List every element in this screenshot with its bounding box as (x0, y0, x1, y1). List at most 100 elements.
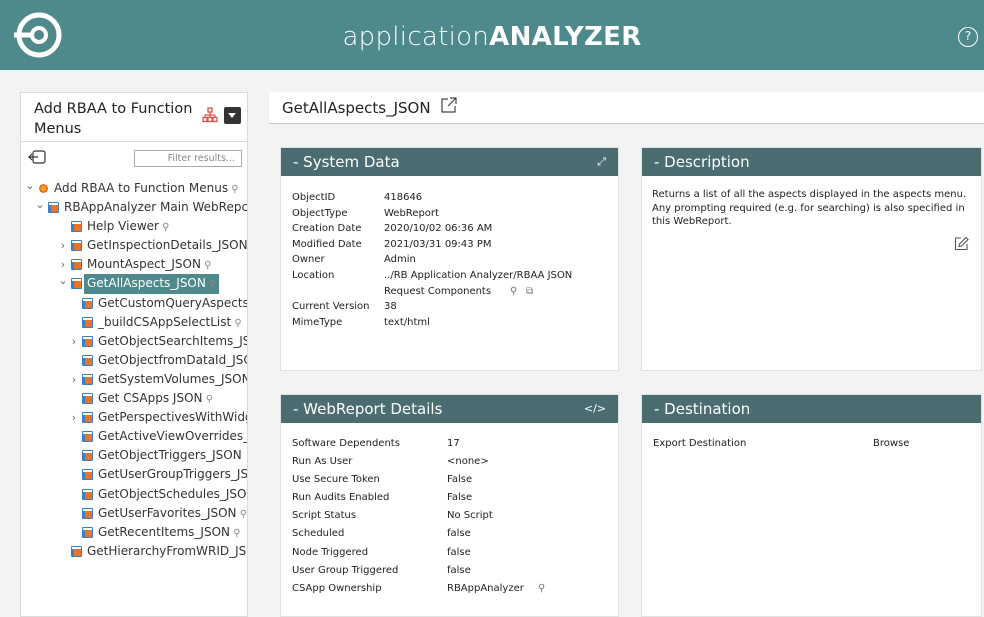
pin-icon[interactable]: ⚲ (159, 222, 169, 233)
chevron-right-icon[interactable]: › (69, 370, 79, 389)
webreport-icon (82, 297, 93, 309)
chevron-down-icon[interactable]: ⌄ (35, 198, 45, 214)
property-row: Location ../RB Application Analyzer/RBAA … (292, 268, 612, 284)
pin-icon[interactable]: ⚲ (228, 184, 238, 195)
code-icon[interactable]: </> (584, 395, 606, 423)
destination-list: Export Destination Browse (653, 436, 973, 452)
pin-icon[interactable]: ⚲ (510, 284, 517, 300)
property-row: ObjectType WebReport (292, 206, 612, 222)
property-value: <none> (447, 456, 489, 468)
tree-item[interactable]: ⌄ GetAllAspects_JSON ⚲ (21, 274, 247, 294)
destination-header[interactable]: - Destination (642, 395, 981, 423)
pin-icon[interactable]: ⚲ (230, 528, 240, 539)
property-row: Export Destination Browse (653, 436, 973, 452)
property-value: 2021/03/31 09:43 PM (384, 238, 492, 250)
expand-icon[interactable]: ⤢ (597, 148, 606, 176)
webreport-icon (82, 507, 93, 519)
tree-item[interactable]: GetObjectSchedules_JSON (21, 485, 247, 504)
property-label: Script Status (292, 510, 357, 522)
page-title: GetAllAspects_JSON (282, 99, 431, 117)
tree-item[interactable]: GetObjectfromDataId_JSC (21, 351, 247, 370)
tree-item[interactable]: › GetSystemVolumes_JSON (21, 370, 247, 389)
object-header: GetAllAspects_JSON (269, 92, 984, 124)
property-value: 2020/10/02 06:36 AM (384, 223, 493, 235)
pin-icon[interactable]: ⚲ (237, 509, 247, 520)
property-label: Export Destination (653, 438, 747, 449)
property-row: ObjectID 418646 (292, 190, 612, 206)
property-value: false (447, 528, 471, 540)
property-row: Use Secure Token False (292, 472, 612, 490)
property-value: No Script (447, 510, 493, 522)
hierarchy-icon[interactable] (202, 107, 218, 123)
tree-item[interactable]: Get CSApps JSON ⚲ (21, 389, 247, 408)
tree-item[interactable]: › GetPerspectivesWithWidge (21, 408, 247, 427)
tree-item[interactable]: GetUserFavorites_JSON ⚲ (21, 504, 247, 523)
help-icon[interactable]: ? (958, 27, 978, 47)
open-external-icon[interactable]: ⧉ (526, 284, 533, 300)
description-header[interactable]: - Description (642, 148, 981, 176)
webreport-icon (71, 221, 82, 233)
tree-item-label: GetObjectSchedules_JSON (98, 486, 247, 501)
destination-title: - Destination (654, 400, 751, 418)
property-value: False (447, 474, 473, 486)
property-value: false (447, 546, 471, 558)
pin-icon[interactable]: ⚲ (203, 394, 213, 405)
tree-item[interactable]: GetUserGroupTriggers_JSC (21, 465, 247, 484)
pin-icon[interactable]: ⚲ (538, 581, 545, 597)
tree-item-label: RBAppAnalyzer Main WebRepc (64, 200, 247, 215)
property-row: CSApp Ownership RBAppAnalyzer ⚲ (292, 581, 612, 599)
collapse-all-icon[interactable] (28, 149, 46, 165)
pin-icon[interactable]: ⚲ (206, 279, 216, 290)
property-label: Use Secure Token (292, 474, 380, 486)
webreport-icon (82, 450, 93, 462)
chevron-right-icon[interactable]: › (58, 255, 68, 274)
tree-item[interactable]: GetHierarchyFromWRID_JSO (21, 542, 247, 561)
tree-item[interactable]: › MountAspect_JSON ⚲ (21, 255, 247, 274)
property-label: ObjectType (292, 207, 348, 219)
tree-item[interactable]: › GetInspectionDetails_JSON (21, 236, 247, 255)
tree-item[interactable]: GetRecentItems_JSON ⚲ (21, 523, 247, 542)
pin-icon[interactable]: ⚲ (231, 318, 241, 329)
property-row: Modified Date 2021/03/31 09:43 PM (292, 237, 612, 253)
webreport-icon (71, 545, 82, 557)
tree-item[interactable]: GetActiveViewOverrides_J: (21, 427, 247, 446)
chevron-right-icon[interactable]: › (58, 236, 68, 255)
property-value: 17 (447, 438, 460, 449)
property-label: Modified Date (292, 238, 362, 250)
system-data-header[interactable]: - System Data ⤢ (281, 148, 618, 176)
chevron-right-icon[interactable]: › (69, 332, 79, 351)
tree-item[interactable]: _buildCSAppSelectList ⚲ (21, 313, 247, 332)
tree-item[interactable]: ⌄ Add RBAA to Function Menus ⚲ (21, 179, 247, 198)
property-label: Software Dependents (292, 438, 400, 449)
property-row: User Group Triggered false (292, 563, 612, 581)
pin-icon[interactable]: ⚲ (201, 260, 211, 271)
property-value: WebReport (384, 207, 439, 219)
tree-item[interactable]: Help Viewer ⚲ (21, 217, 247, 236)
hierarchy-menu-dropdown[interactable] (224, 107, 241, 124)
hierarchy-title: Add RBAA to Function Menus (34, 101, 193, 137)
open-external-icon[interactable] (440, 96, 458, 114)
webreport-details-header[interactable]: - WebReport Details </> (281, 395, 618, 423)
tree-item[interactable]: GetCustomQueryAspects_ (21, 294, 247, 313)
property-label: Scheduled (292, 528, 345, 540)
property-row: Owner Admin (292, 252, 612, 268)
tree-item-label: GetUserGroupTriggers_JSC (98, 467, 247, 482)
tree-item-label: GetHierarchyFromWRID_JSO (87, 543, 247, 558)
tree-item[interactable]: ⌄ RBAppAnalyzer Main WebRepc (21, 198, 247, 217)
property-label: Location (292, 269, 335, 281)
chevron-right-icon[interactable]: › (69, 408, 79, 427)
property-row: Creation Date 2020/10/02 06:36 AM (292, 221, 612, 237)
edit-icon[interactable] (954, 236, 969, 251)
tree-item[interactable]: GetObjectTriggers_JSON (21, 446, 247, 465)
webreport-icon (82, 373, 93, 385)
tree-item[interactable]: › GetObjectSearchItems_JS (21, 332, 247, 351)
app-title-light: application (342, 22, 490, 52)
filter-results-input[interactable] (134, 150, 242, 167)
chevron-down-icon[interactable]: ⌄ (58, 274, 68, 290)
destination-panel: - Destination Export Destination Browse (641, 394, 982, 617)
tree-item-label: GetObjectTriggers_JSON (98, 448, 242, 463)
property-value: Browse (873, 438, 910, 449)
chevron-down-icon[interactable]: ⌄ (25, 179, 35, 195)
property-label: Creation Date (292, 223, 362, 235)
app-title-bold: ANALYZER (489, 22, 642, 52)
